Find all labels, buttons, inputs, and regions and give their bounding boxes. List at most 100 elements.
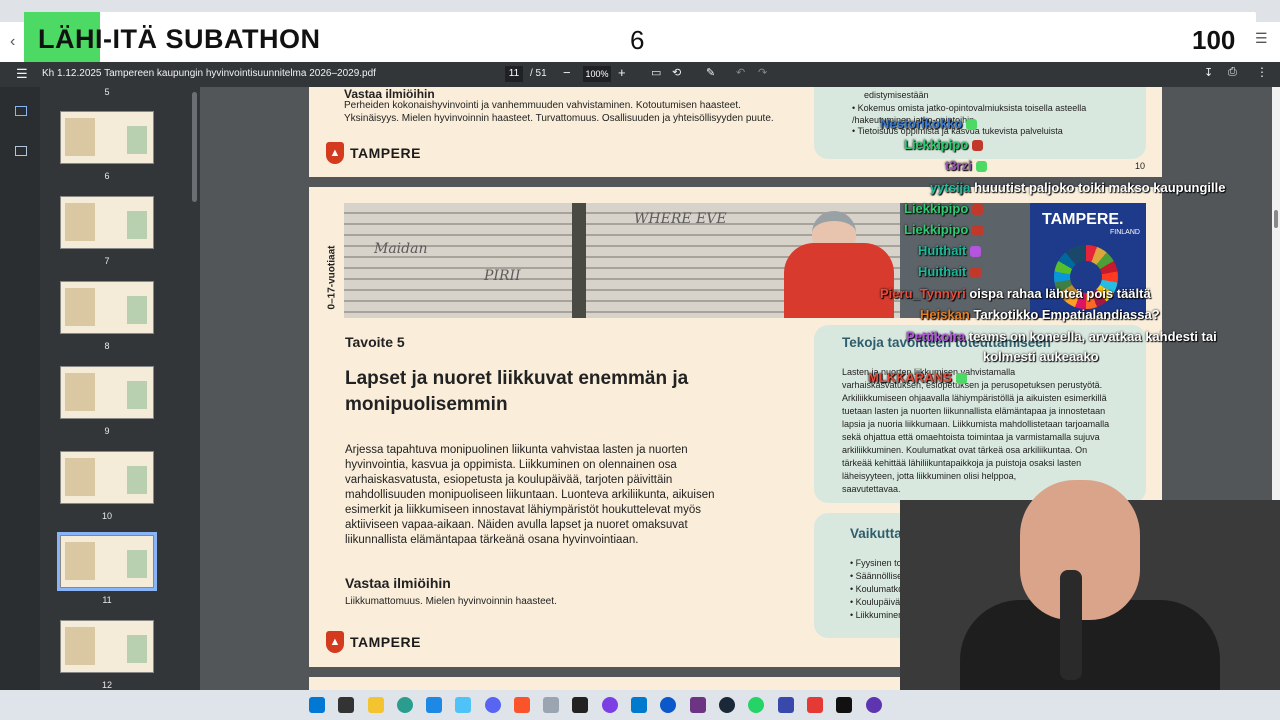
chat-message: Nestorikokko <box>880 116 981 131</box>
zoom-out-icon[interactable]: − <box>563 65 571 80</box>
thumbnail-page[interactable] <box>60 111 154 164</box>
page10-bullet: edistymisestään <box>864 90 929 100</box>
actions-line: lapsia ja nuoria liikkumaan. Liikkumista… <box>842 419 1110 429</box>
zoom-in-icon[interactable]: + <box>618 65 626 80</box>
menu-icon[interactable]: ☰ <box>16 66 28 82</box>
tampere-shield-icon: ▲ <box>326 631 344 653</box>
app-icon[interactable] <box>836 697 852 713</box>
actions-line: sekä ohjattua että omaehtoista toimintaa… <box>842 432 1100 442</box>
goal-body-line: hyvinvointia, kasvua ja oppimista. Liikk… <box>345 459 677 471</box>
page-total: / 51 <box>530 68 547 79</box>
app-icon[interactable] <box>807 697 823 713</box>
print-icon[interactable]: ⎙ <box>1228 66 1237 79</box>
chat-message: Pieru_Tynnyri oispa rahaa lähteä pois tä… <box>880 286 1151 301</box>
sidebar-icon-rail <box>0 87 40 690</box>
file-explorer-icon[interactable] <box>368 697 384 713</box>
notepad-icon[interactable] <box>543 697 559 713</box>
sidebar-scrollbar[interactable] <box>192 92 197 202</box>
thumbnails-view-icon[interactable] <box>15 106 27 116</box>
side-panel-icon[interactable]: ☰ <box>1255 30 1268 47</box>
thumbnail-page[interactable] <box>60 366 154 419</box>
card-subtitle: FINLAND <box>1110 229 1140 236</box>
start-icon[interactable] <box>309 697 325 713</box>
pdf-toolbar: ☰ Kh 1.12.2025 Tampereen kaupungin hyvin… <box>0 62 1280 87</box>
thumbnail-number: 10 <box>101 511 112 521</box>
fit-page-icon[interactable]: ▭ <box>651 66 661 79</box>
goal-body-line: esimerkit ja liikkumiseen innostavat läh… <box>345 504 702 516</box>
goal-body-line: mahdollisuuden monipuoliseen liikuntaan.… <box>345 489 715 501</box>
outline-view-icon[interactable] <box>15 146 27 156</box>
obs-icon[interactable] <box>602 697 618 713</box>
edge-icon[interactable] <box>397 697 413 713</box>
banner-right-value: 100 <box>1192 25 1236 55</box>
goal-title-line: Lapset ja nuoret liikkuvat enemmän ja <box>345 368 689 389</box>
tampere-shield-icon: ▲ <box>326 142 344 164</box>
thumbnail-number: 5 <box>104 87 110 97</box>
task-view-icon[interactable] <box>338 697 354 713</box>
chat-message: t3rzi <box>945 158 991 173</box>
thumbnail-page[interactable] <box>60 196 154 249</box>
graffiti-photo: Maidan WHERE EVE PIRII <box>344 203 900 318</box>
goal-title-line: monipuolisemmin <box>345 394 508 415</box>
thumbnail-number: 9 <box>104 426 110 436</box>
vscode-icon[interactable] <box>631 697 647 713</box>
whatsapp-icon[interactable] <box>748 697 764 713</box>
actions-line: saavutettavaa. <box>842 484 901 494</box>
chat-message: Huithait <box>918 243 985 258</box>
download-icon[interactable]: ↧ <box>1204 66 1213 79</box>
chat-message: Liekkipipo <box>904 137 987 152</box>
snipping-icon[interactable] <box>455 697 471 713</box>
chat-message-continued: kolmesti aukeaako <box>983 349 1099 364</box>
rotate-icon[interactable]: ⟲ <box>672 66 681 79</box>
chat-message: yytsija huuutist paljoko toiki makso kau… <box>930 180 1226 195</box>
chat-message: Huithait <box>918 264 985 279</box>
thumbnail-page[interactable] <box>60 451 154 504</box>
actions-line: tuetaan lasten ja nuorten liikunnallista… <box>842 406 1106 416</box>
back-icon[interactable]: ‹ <box>10 33 15 51</box>
pdf-filename: Kh 1.12.2025 Tampereen kaupungin hyvinvo… <box>42 68 376 79</box>
webcam-overlay <box>900 460 1280 720</box>
save-icon[interactable] <box>778 697 794 713</box>
goal-body-line: aktiiviseen vapaa-aikaan. Näiden avulla … <box>345 519 688 531</box>
redo-icon[interactable]: ↷ <box>758 66 767 79</box>
goal-body-line: varhaiskasvatusta, esiopetusta ja koulup… <box>345 474 673 486</box>
more-options-icon[interactable]: ⋮ <box>1256 65 1268 79</box>
age-group-label: 0–17-vuotiaat <box>326 245 338 310</box>
visual-studio-icon[interactable] <box>690 697 706 713</box>
goal-label: Tavoite 5 <box>345 334 405 350</box>
thumbnail-number: 7 <box>104 256 110 266</box>
thumbnail-number: 6 <box>104 171 110 181</box>
banner-title: LÄHI-ITÄ SUBATHON <box>38 24 321 54</box>
page10-text-line: Yksinäisyys. Mielen hyvinvoinnin haastee… <box>344 113 774 124</box>
thumbnail-number: 11 <box>102 595 112 605</box>
zoom-level-input[interactable]: 100% <box>583 66 611 82</box>
app-icon[interactable] <box>866 697 882 713</box>
phenomena-heading: Vastaa ilmiöihin <box>345 575 451 591</box>
chat-message: Liekkipipo <box>904 201 987 216</box>
undo-icon[interactable]: ↶ <box>736 66 745 79</box>
goal-body-line: Arjessa tapahtuva monipuolinen liikunta … <box>345 444 688 456</box>
document-scrollbar-thumb[interactable] <box>1274 210 1278 228</box>
thumbnail-page-selected[interactable] <box>57 532 157 591</box>
thumbnail-number: 8 <box>104 341 110 351</box>
logo-text: TAMPERE <box>350 145 421 161</box>
screen: ‹ ☰ LÄHI-ITÄ SUBATHON 6 100 ☰ Kh 1.12.20… <box>0 0 1280 720</box>
page-number-input[interactable]: 11 <box>505 66 523 82</box>
thumbnail-page[interactable] <box>60 281 154 334</box>
app-icon[interactable] <box>660 697 676 713</box>
discord-icon[interactable] <box>485 697 501 713</box>
actions-line: Arkiliikkumiseen ohjaavalla lähiympärist… <box>842 393 1107 403</box>
card-title: TAMPERE. <box>1042 211 1124 228</box>
thumbnail-number: 12 <box>101 680 112 690</box>
actions-line: arkiliikkuminen. Koulumatkat ovat tärkeä… <box>842 445 1088 455</box>
chat-message: Liekkipipo <box>904 222 987 237</box>
steam-icon[interactable] <box>719 697 735 713</box>
page10-number: 10 <box>1135 161 1146 171</box>
annotate-icon[interactable]: ✎ <box>706 66 715 79</box>
terminal-icon[interactable] <box>572 697 588 713</box>
logo-text: TAMPERE <box>350 634 421 650</box>
brave-icon[interactable] <box>514 697 530 713</box>
phenomena-text: Liikkumattomuus. Mielen hyvinvoinnin haa… <box>345 596 557 607</box>
store-icon[interactable] <box>426 697 442 713</box>
thumbnail-page[interactable] <box>60 620 154 673</box>
